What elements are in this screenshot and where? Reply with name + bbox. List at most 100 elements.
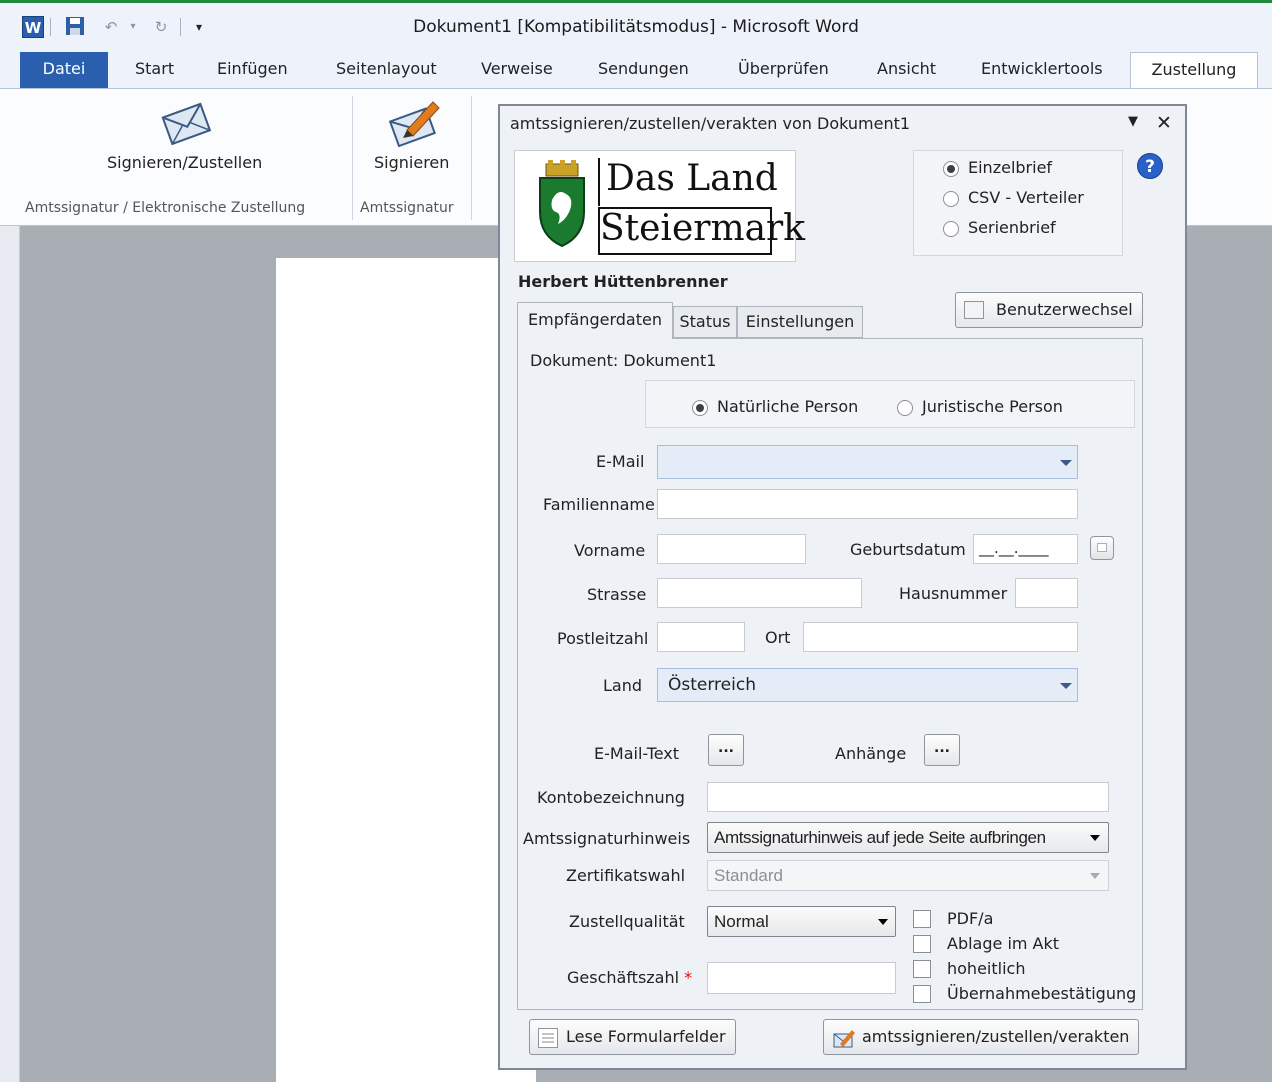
read-form-fields-label: Lese Formularfelder [566,1027,726,1046]
separator [180,18,181,36]
checkbox-pdfa[interactable] [913,910,931,928]
mode-label: Serienbrief [968,218,1056,237]
sign-button[interactable]: Signieren [374,153,449,172]
tab-einfuegen[interactable]: Einfügen [213,52,292,88]
amtssignaturhinweis-select[interactable]: Amtssignaturhinweis auf jede Seite aufbr… [707,822,1109,853]
radio-natuerliche-person[interactable] [692,400,708,416]
amtssignaturhinweis-value: Amtssignaturhinweis auf jede Seite aufbr… [714,828,1046,847]
mode-label: CSV - Verteiler [968,188,1084,207]
zertifikatswahl-select[interactable]: Standard [707,860,1109,891]
land-value: Österreich [668,675,756,695]
tab-zustellung[interactable]: Zustellung [1130,52,1258,90]
email-text-button[interactable]: ... [708,734,744,766]
amtssignaturhinweis-label: Amtssignaturhinweis [523,829,691,848]
familienname-field[interactable] [657,489,1078,519]
close-icon[interactable]: ✕ [1156,112,1172,134]
land-combo[interactable]: Österreich [657,668,1078,702]
zertifikatswahl-label: Zertifikatswahl [566,866,686,885]
calendar-icon[interactable] [1090,536,1114,560]
user-switch-icon [964,301,984,319]
checkbox-hoheitlich[interactable] [913,960,931,978]
envelope-sign-icon[interactable] [160,100,212,146]
land-label: Land [603,676,643,695]
submit-button[interactable]: amtssignieren/zustellen/verakten [823,1019,1139,1055]
tab-entwicklertools[interactable]: Entwicklertools [977,52,1107,88]
mode-radio-einzelbrief[interactable] [943,161,959,177]
document-label: Dokument: Dokument1 [530,351,717,370]
kontobezeichnung-label: Kontobezeichnung [537,788,685,807]
coat-of-arms-icon [536,160,588,250]
submit-label: amtssignieren/zustellen/verakten [862,1027,1130,1046]
postleitzahl-label: Postleitzahl [557,629,649,648]
zustellqualitaet-label: Zustellqualität [569,912,685,931]
redo-icon[interactable]: ↻ [150,16,172,38]
group-separator [352,96,353,220]
customize-icon[interactable]: ▾ [188,16,210,38]
checkbox-ablage-im-akt[interactable] [913,935,931,953]
pen-sign-icon[interactable] [387,96,441,148]
geschaeftszahl-label: Geschäftszahl * [567,968,692,987]
checkbox-label: hoheitlich [947,959,1026,978]
tab-einstellungen[interactable]: Einstellungen [737,306,863,338]
mode-label: Einzelbrief [968,158,1053,177]
person-type-label: Natürliche Person [717,397,859,416]
tab-sendungen[interactable]: Sendungen [594,52,693,88]
chevron-down-icon [878,919,888,925]
checkbox-uebernahmebestaetigung[interactable] [913,985,931,1003]
logo-divider [598,158,600,206]
left-ruler [0,226,20,1082]
kontobezeichnung-field[interactable] [707,782,1109,812]
tab-empfaengerdaten[interactable]: Empfängerdaten [517,302,673,339]
strasse-label: Strasse [587,585,647,604]
sign-deliver-button[interactable]: Signieren/Zustellen [107,153,262,172]
chevron-down-icon [1060,460,1072,466]
mode-radio-csv[interactable] [943,191,959,207]
tab-ansicht[interactable]: Ansicht [873,52,940,88]
read-form-fields-button[interactable]: Lese Formularfelder [529,1019,736,1055]
current-user: Herbert Hüttenbrenner [518,272,728,291]
vorname-field[interactable] [657,534,806,564]
envelope-sign-icon [832,1028,856,1050]
anhaenge-button[interactable]: ... [924,734,960,766]
undo-dropdown-icon[interactable]: ▾ [122,16,144,38]
document-page[interactable] [276,258,536,1082]
switch-user-label: Benutzerwechsel [996,300,1133,319]
word-icon[interactable]: W [22,16,44,38]
geschaeftszahl-label-text: Geschäftszahl [567,968,680,987]
tab-seitenlayout[interactable]: Seitenlayout [332,52,441,88]
tab-start[interactable]: Start [131,52,178,88]
logo-line1: Das Land [606,158,778,199]
logo-line2: Steiermark [600,208,806,249]
geburtsdatum-field[interactable]: __.__.____ [973,534,1078,564]
postleitzahl-field[interactable] [657,622,745,652]
tab-datei[interactable]: Datei [20,52,108,88]
help-icon[interactable]: ? [1137,153,1163,179]
chevron-down-icon [1090,835,1100,841]
radio-juristische-person[interactable] [897,400,913,416]
switch-user-button[interactable]: Benutzerwechsel [955,292,1143,328]
save-icon[interactable] [64,16,86,38]
anhaenge-label: Anhänge [835,744,907,763]
checkbox-label: PDF/a [947,909,994,928]
checkbox-label: Ablage im Akt [947,934,1060,953]
chevron-down-icon [1090,873,1100,879]
vorname-label: Vorname [574,541,646,560]
hausnummer-field[interactable] [1015,578,1078,608]
ort-field[interactable] [803,622,1078,652]
undo-icon[interactable]: ↶ [100,16,122,38]
pane-menu-icon[interactable]: ▼ [1128,114,1138,129]
checkbox-label: Übernahmebestätigung [947,984,1137,1003]
form-icon [538,1028,558,1048]
geschaeftszahl-field[interactable] [707,962,896,994]
email-combo[interactable] [657,445,1078,479]
tab-status[interactable]: Status [673,306,737,338]
strasse-field[interactable] [657,578,862,608]
mode-radio-serienbrief[interactable] [943,221,959,237]
tab-ueberpruefen[interactable]: Überprüfen [734,52,833,88]
tab-verweise[interactable]: Verweise [477,52,557,88]
ribbon-group-label: Amtssignatur / Elektronische Zustellung [25,200,306,216]
ribbon-group-label: Amtssignatur [360,200,454,216]
zustellqualitaet-value: Normal [714,912,769,931]
zustellqualitaet-select[interactable]: Normal [707,906,896,937]
email-text-label: E-Mail-Text [594,744,680,763]
